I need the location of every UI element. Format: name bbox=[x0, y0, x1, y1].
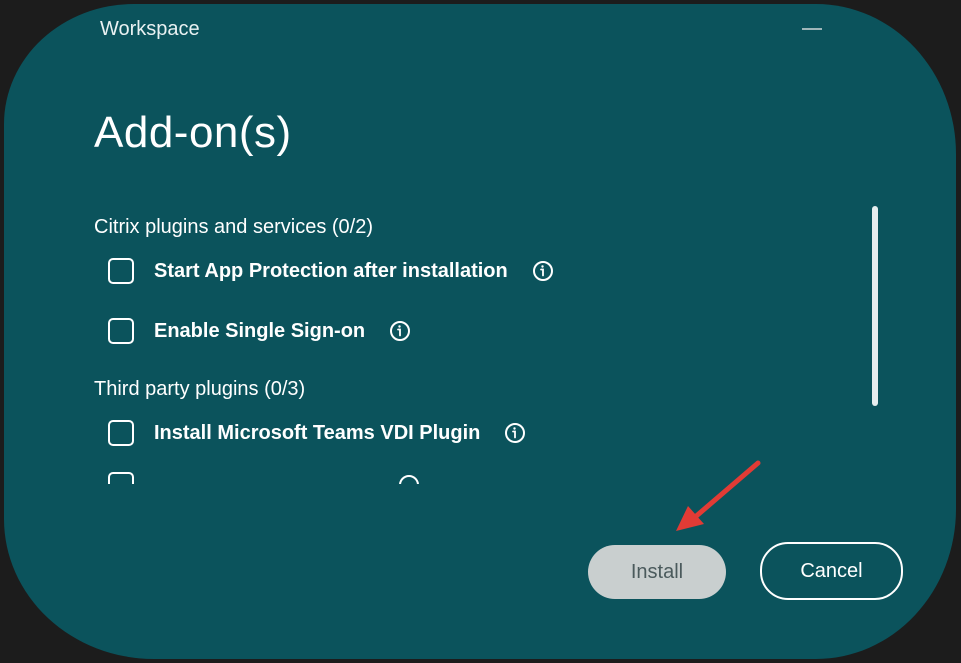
option-teams-vdi-plugin[interactable]: Install Microsoft Teams VDI Plugin bbox=[108, 416, 526, 450]
option-label: Install Microsoft Teams VDI Plugin bbox=[154, 421, 481, 444]
group-title-citrix: Citrix plugins and services (0/2) bbox=[94, 216, 373, 238]
cancel-button[interactable]: Cancel bbox=[760, 542, 903, 600]
info-icon[interactable] bbox=[389, 320, 411, 342]
info-icon[interactable] bbox=[504, 422, 526, 444]
option-enable-sso[interactable]: Enable Single Sign-on bbox=[108, 314, 411, 348]
add-ons-dialog: Workspace Add-on(s) Citrix plugins and s… bbox=[4, 4, 956, 659]
group-title-third-party: Third party plugins (0/3) bbox=[94, 378, 306, 400]
checkbox-enable-sso[interactable] bbox=[108, 318, 134, 344]
minimize-button[interactable] bbox=[796, 16, 828, 40]
info-icon[interactable] bbox=[532, 260, 554, 282]
scrollbar-thumb[interactable] bbox=[872, 206, 878, 406]
checkbox-partially-visible[interactable] bbox=[108, 472, 134, 484]
minimize-icon bbox=[802, 28, 822, 30]
page-title: Add-on(s) bbox=[94, 108, 292, 157]
addons-list: Citrix plugins and services (0/2) Start … bbox=[94, 204, 874, 484]
option-start-app-protection[interactable]: Start App Protection after installation bbox=[108, 254, 554, 288]
option-label: Start App Protection after installation bbox=[154, 259, 508, 282]
checkbox-start-app-protection[interactable] bbox=[108, 258, 134, 284]
option-label: Enable Single Sign-on bbox=[154, 319, 366, 342]
info-icon[interactable] bbox=[398, 474, 420, 484]
title-bar: Workspace bbox=[4, 4, 956, 48]
option-partially-visible[interactable] bbox=[108, 468, 420, 484]
checkbox-teams-vdi-plugin[interactable] bbox=[108, 420, 134, 446]
window-title: Workspace bbox=[100, 18, 200, 40]
install-button[interactable]: Install bbox=[588, 545, 726, 599]
